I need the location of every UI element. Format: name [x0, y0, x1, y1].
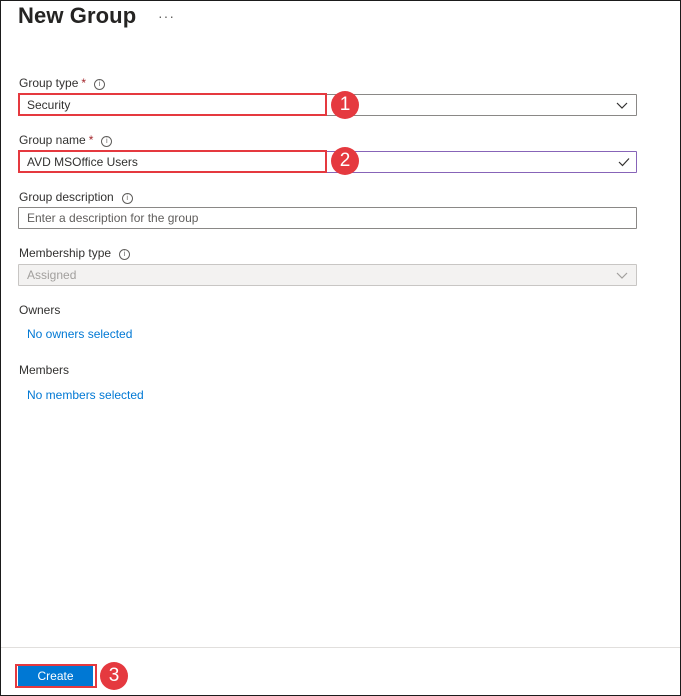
- owners-link[interactable]: No owners selected: [27, 327, 132, 341]
- group-type-label: Group type * i: [19, 76, 106, 90]
- step2-highlight-box: [18, 150, 327, 173]
- step1-highlight-box: [18, 93, 327, 116]
- members-link[interactable]: No members selected: [27, 388, 144, 402]
- footer-divider: [1, 647, 680, 648]
- step3-highlight-box: [15, 664, 97, 688]
- group-description-input[interactable]: Enter a description for the group: [18, 207, 637, 229]
- info-icon[interactable]: i: [101, 136, 113, 147]
- members-label: Members: [19, 363, 70, 377]
- info-icon[interactable]: i: [94, 79, 106, 90]
- step1-badge: 1: [331, 91, 359, 119]
- membership-type-label: Membership type i: [19, 246, 131, 260]
- info-icon[interactable]: i: [121, 193, 133, 204]
- owners-label: Owners: [19, 303, 61, 317]
- group-description-label: Group description i: [19, 190, 133, 204]
- group-description-placeholder: Enter a description for the group: [27, 211, 199, 225]
- checkmark-icon: [618, 158, 630, 167]
- info-icon[interactable]: i: [119, 249, 131, 260]
- page-title: New Group: [18, 3, 137, 28]
- step3-badge: 3: [100, 662, 128, 690]
- required-mark: *: [81, 76, 87, 90]
- membership-type-value: Assigned: [27, 268, 77, 282]
- membership-type-label-text: Membership type: [19, 246, 112, 260]
- more-options-icon[interactable]: ···: [158, 8, 175, 24]
- chevron-down-icon: [616, 102, 628, 109]
- group-description-label-text: Group description: [19, 190, 114, 204]
- chevron-down-icon: [616, 272, 628, 279]
- group-type-label-text: Group type: [19, 76, 79, 90]
- group-name-label-text: Group name: [19, 133, 86, 147]
- group-name-label: Group name * i: [19, 133, 113, 147]
- step2-badge: 2: [331, 147, 359, 175]
- required-mark: *: [88, 133, 94, 147]
- membership-type-dropdown: Assigned: [18, 264, 637, 286]
